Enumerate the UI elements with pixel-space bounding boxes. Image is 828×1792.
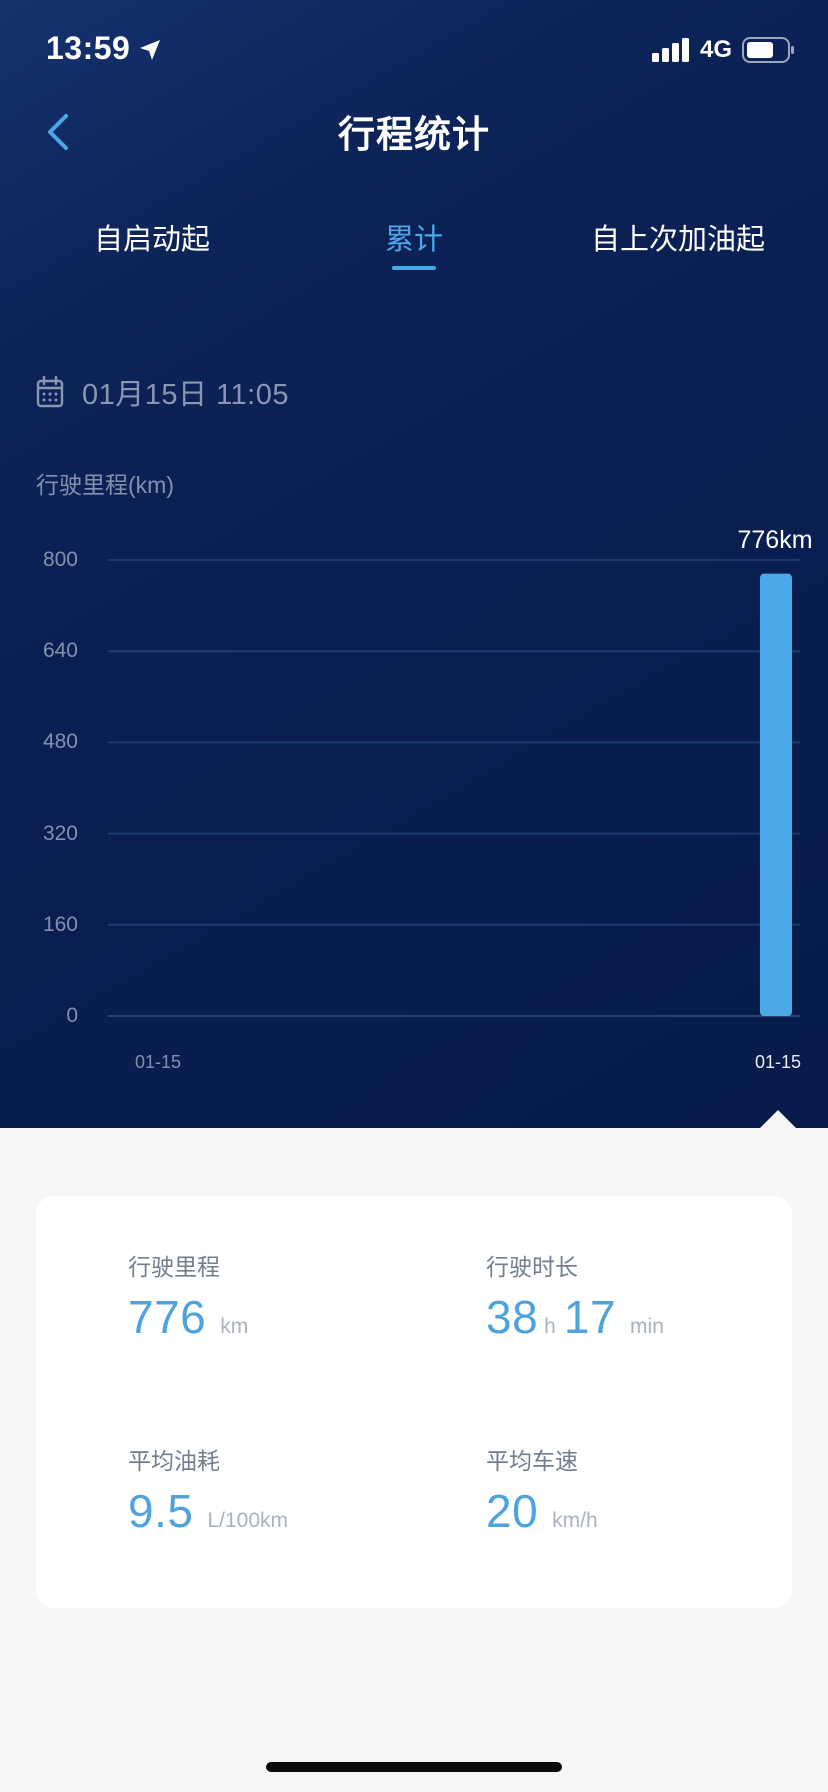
status-bar: 13:59 4G	[0, 0, 828, 100]
stats-card: 行驶里程 776 km 行驶时长 38 h 17 min 平均油耗 9.5 L/…	[36, 1196, 792, 1608]
date-text: 01月15日 11:05	[82, 379, 289, 411]
stat-label: 行驶时长	[486, 1254, 578, 1280]
y-tick-label: 800	[42, 548, 78, 571]
stat-distance: 行驶里程 776 km	[128, 1248, 256, 1344]
status-time: 13:59	[46, 30, 131, 66]
bar-data-label: 776km	[737, 525, 813, 554]
stat-unit: km	[220, 1315, 249, 1338]
battery-icon	[742, 37, 794, 63]
y-tick-label: 160	[42, 912, 78, 936]
stat-unit: km/h	[552, 1509, 598, 1532]
date-row: 01月15日 11:05	[36, 372, 289, 412]
stat-unit-hours: h	[544, 1315, 556, 1338]
signal-icon	[652, 38, 689, 62]
network-type: 4G	[700, 36, 733, 63]
y-tick-label: 640	[42, 639, 78, 663]
y-tick-label: 0	[66, 1004, 78, 1027]
home-indicator	[266, 1762, 562, 1772]
tab-label: 自启动起	[93, 224, 211, 256]
distance-bar-chart: 800 640 480 320 160 0 01-15 01-15 776km	[0, 520, 828, 1080]
location-arrow-icon	[140, 40, 160, 60]
x-tick-label: 01-15	[754, 1052, 802, 1072]
stat-label: 平均油耗	[128, 1448, 220, 1474]
tab-cumulative[interactable]: 累计	[384, 216, 444, 270]
active-tab-indicator	[391, 266, 436, 270]
tab-label: 累计	[384, 224, 444, 256]
chart-y-axis-label: 行驶里程(km)	[36, 472, 174, 498]
tab-since-refuel[interactable]: 自上次加油起	[591, 216, 765, 258]
stat-value-hours: 38	[486, 1291, 539, 1343]
tab-since-start[interactable]: 自启动起	[94, 216, 210, 258]
calendar-icon	[36, 376, 64, 408]
y-tick-label: 480	[42, 730, 78, 754]
stat-duration: 行驶时长 38 h 17 min	[486, 1248, 672, 1344]
hero-panel: 13:59 4G 行程统计 自启动起 累计 自上次加油起 01月15日 11:0…	[0, 0, 828, 1128]
stat-value: 776	[128, 1291, 207, 1343]
stat-value: 20	[486, 1485, 539, 1537]
stat-speed: 平均车速 20 km/h	[486, 1442, 606, 1538]
stat-fuel: 平均油耗 9.5 L/100km	[128, 1442, 296, 1538]
y-tick-label: 320	[42, 821, 78, 845]
stat-unit-minutes: min	[630, 1315, 664, 1338]
stat-value: 9.5	[128, 1485, 194, 1537]
stat-unit: L/100km	[207, 1509, 288, 1532]
chart-canvas	[108, 559, 800, 1017]
x-tick-label: 01-15	[134, 1052, 182, 1072]
stat-label: 平均车速	[486, 1448, 578, 1474]
bar[interactable]	[760, 573, 792, 1016]
page-title: 行程统计	[338, 114, 490, 155]
tab-label: 自上次加油起	[590, 224, 766, 256]
period-tabs: 自启动起 累计 自上次加油起	[0, 216, 828, 286]
stat-value-minutes: 17	[563, 1291, 617, 1343]
selected-bar-pointer	[760, 1110, 796, 1128]
stat-label: 行驶里程	[128, 1254, 220, 1280]
